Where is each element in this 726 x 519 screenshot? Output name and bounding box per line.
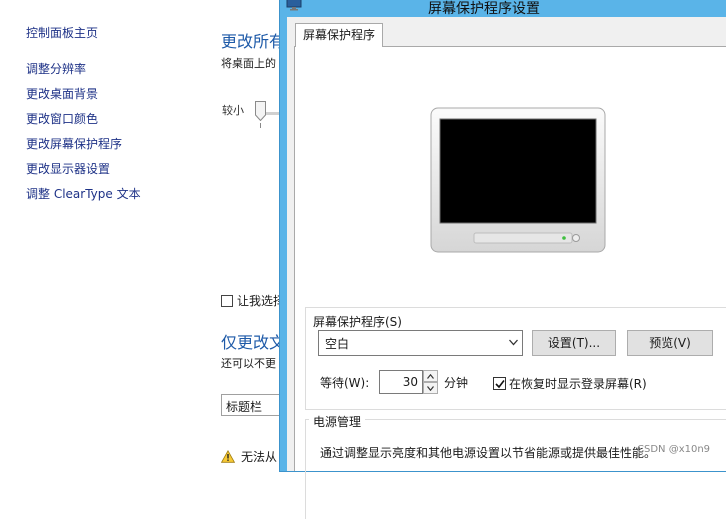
- minutes-label: 分钟: [444, 376, 469, 390]
- nav-change-screensaver[interactable]: 更改屏幕保护程序: [26, 135, 122, 152]
- spin-up-button[interactable]: [423, 370, 438, 382]
- checkbox-box[interactable]: [221, 294, 233, 307]
- cp-warning: 无法从: [221, 448, 277, 465]
- slider-tick: [260, 123, 261, 128]
- cp-checkbox-label: 让我选择: [237, 294, 286, 308]
- nav-change-desktop-background[interactable]: 更改桌面背景: [26, 85, 98, 102]
- wait-label: 等待(W):: [320, 376, 370, 390]
- power-management-group: [305, 419, 726, 519]
- tab-screensaver[interactable]: 屏幕保护程序: [295, 23, 383, 47]
- nav-adjust-cleartype[interactable]: 调整 ClearType 文本: [26, 185, 141, 202]
- watermark: CSDN @x10n9: [637, 444, 711, 455]
- preview-button[interactable]: 预览(V): [627, 330, 713, 356]
- warning-text: 无法从: [241, 450, 278, 464]
- screensaver-settings-dialog: 屏幕保护程序设置 屏幕保护程序 屏幕保护程序(S) 空白 设置(T)... 预览…: [279, 0, 726, 519]
- slider-min-label: 较小: [222, 104, 244, 117]
- wait-minutes-spinner: [423, 370, 438, 394]
- dialog-client-area: 屏幕保护程序 屏幕保护程序(S) 空白 设置(T)... 预览(V) 等待(W)…: [287, 17, 726, 519]
- spin-down-button[interactable]: [423, 382, 438, 394]
- control-panel-home-link[interactable]: 控制面板主页: [26, 24, 98, 41]
- logon-screen-checkbox[interactable]: 在恢复时显示登录屏幕(R): [493, 375, 647, 392]
- screensaver-select-value: 空白: [325, 337, 350, 351]
- cp-subtext: 将桌面上的: [221, 57, 276, 70]
- nav-change-window-color[interactable]: 更改窗口颜色: [26, 110, 98, 127]
- nav-adjust-resolution[interactable]: 调整分辨率: [26, 60, 86, 77]
- cp-subtext2: 还可以不更: [221, 357, 276, 370]
- power-description: 通过调整显示亮度和其他电源设置以节省能源或提供最佳性能。: [320, 446, 657, 460]
- checkbox-box[interactable]: [493, 377, 506, 390]
- chevron-down-icon: [427, 386, 434, 391]
- cp-custom-checkbox[interactable]: 让我选择: [221, 292, 285, 309]
- screensaver-group-label: 屏幕保护程序(S): [309, 313, 406, 330]
- monitor-preview-icon: [430, 107, 606, 253]
- dialog-title: 屏幕保护程序设置: [428, 1, 540, 17]
- checkmark-icon: [495, 380, 505, 389]
- warning-icon: [221, 450, 235, 463]
- dialog-title-bar[interactable]: 屏幕保护程序设置: [280, 0, 726, 17]
- settings-button[interactable]: 设置(T)...: [532, 330, 616, 356]
- cp-heading: 更改所有: [221, 32, 286, 51]
- logon-checkbox-label: 在恢复时显示登录屏幕(R): [509, 377, 647, 391]
- tab-panel: 屏幕保护程序(S) 空白 设置(T)... 预览(V) 等待(W): 30 分钟: [294, 46, 726, 519]
- power-group-label: 电源管理: [309, 413, 366, 430]
- size-slider-thumb[interactable]: [255, 101, 266, 121]
- screensaver-select[interactable]: 空白: [318, 330, 523, 356]
- cp-heading2: 仅更改文: [221, 333, 286, 352]
- wait-minutes-input[interactable]: 30: [379, 370, 423, 394]
- chevron-up-icon: [427, 374, 434, 379]
- nav-change-display-settings[interactable]: 更改显示器设置: [26, 160, 110, 177]
- chevron-down-icon: [509, 339, 518, 346]
